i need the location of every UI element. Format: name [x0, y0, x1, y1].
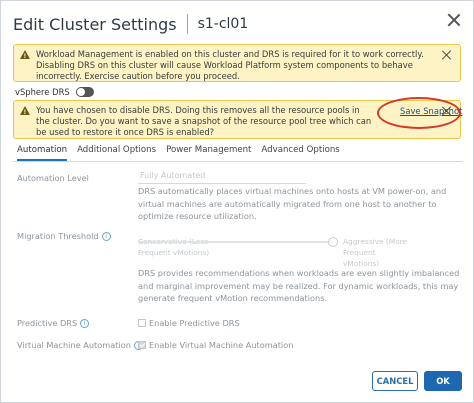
title-divider: [186, 14, 188, 34]
warning-text: You have chosen to disable DRS. Doing th…: [36, 105, 372, 137]
tabs-divider: [13, 161, 463, 162]
warning-text: Workload Management is enabled on this c…: [36, 49, 424, 81]
workload-management-warning: Workload Management is enabled on this c…: [13, 44, 461, 82]
migration-threshold-label: Migration Threshold i: [17, 231, 111, 241]
info-icon[interactable]: i: [80, 319, 90, 328]
disable-drs-warning: You have chosen to disable DRS. Doing th…: [13, 100, 462, 139]
migration-threshold-text: Migration Threshold: [17, 231, 99, 241]
predictive-drs-option[interactable]: Enable Predictive DRS: [138, 318, 240, 328]
vsphere-drs-toggle[interactable]: [75, 87, 94, 97]
automation-level-select[interactable]: Fully Automated: [138, 171, 306, 184]
predictive-drs-checkbox-label: Enable Predictive DRS: [149, 318, 240, 328]
vsphere-drs-label: vSphere DRS: [15, 87, 70, 97]
tab-power-management[interactable]: Power Management: [166, 145, 251, 161]
info-icon[interactable]: i: [101, 232, 111, 241]
settings-tabs: Automation Additional Options Power Mana…: [17, 145, 350, 161]
edit-cluster-settings-dialog: Edit Cluster Settings s1-cl01 Workload M…: [0, 0, 474, 403]
warning-icon: [20, 106, 30, 118]
automation-level-description: DRS automatically places virtual machine…: [138, 186, 447, 222]
slider-aggressive-label: Aggressive (More Frequent vMotions): [343, 237, 408, 268]
close-icon[interactable]: [447, 13, 461, 27]
warning-icon: [20, 50, 30, 62]
predictive-drs-text: Predictive DRS: [17, 318, 78, 328]
tab-additional-options[interactable]: Additional Options: [77, 145, 156, 161]
ok-button[interactable]: OK: [424, 371, 462, 391]
automation-level-label: Automation Level: [17, 173, 89, 183]
vm-automation-option[interactable]: Enable Virtual Machine Automation: [138, 340, 293, 350]
cancel-button[interactable]: CANCEL: [372, 371, 418, 391]
vm-automation-checkbox-label: Enable Virtual Machine Automation: [149, 340, 294, 350]
migration-threshold-slider[interactable]: [138, 241, 334, 243]
migration-threshold-description: DRS provides recommendations when worklo…: [138, 268, 460, 304]
dialog-title: Edit Cluster Settings: [13, 14, 177, 34]
slider-handle[interactable]: [328, 237, 338, 247]
predictive-drs-checkbox[interactable]: [138, 319, 146, 327]
dialog-header: Edit Cluster Settings s1-cl01: [13, 11, 248, 37]
dismiss-warning-icon[interactable]: [442, 106, 452, 116]
vm-automation-checkbox[interactable]: [138, 341, 146, 349]
slider-conservative-label: Conservative (Less Frequent vMotions): [138, 237, 210, 257]
tab-advanced-options[interactable]: Advanced Options: [261, 145, 339, 161]
vm-automation-text: Virtual Machine Automation: [17, 340, 131, 350]
vm-automation-label: Virtual Machine Automationi: [17, 340, 143, 350]
predictive-drs-label: Predictive DRS i: [17, 318, 90, 328]
vsphere-drs-row: vSphere DRS: [15, 86, 94, 98]
save-snapshot-link[interactable]: Save Snapshot: [400, 106, 462, 117]
tab-automation[interactable]: Automation: [17, 145, 68, 161]
dismiss-warning-icon[interactable]: [442, 50, 452, 60]
cluster-name: s1-cl01: [197, 16, 249, 32]
